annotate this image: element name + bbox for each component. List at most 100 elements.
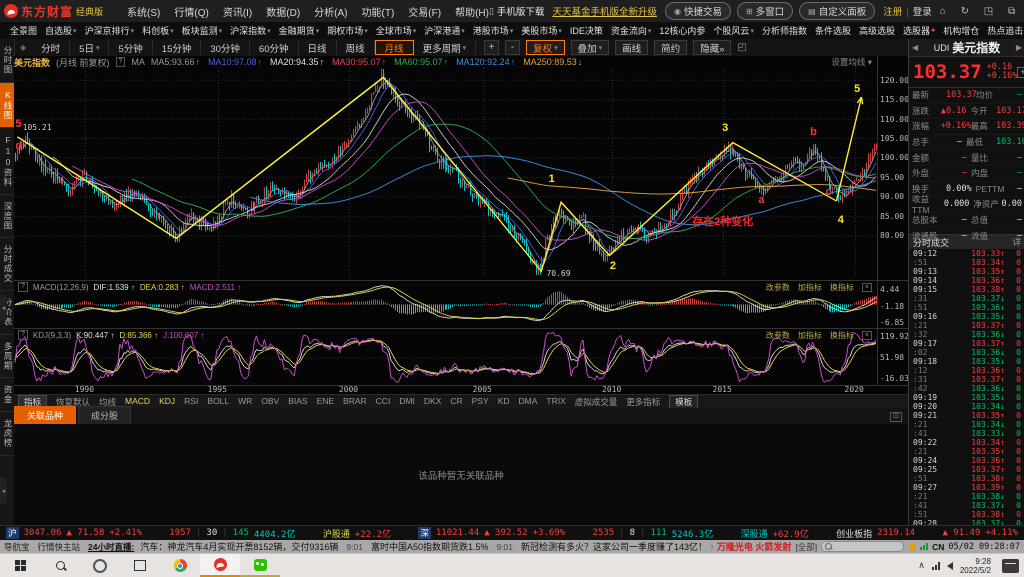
period-tab-日线[interactable]: 日线 [299, 40, 337, 55]
quick-button-1[interactable]: ◉快捷交易 [665, 2, 731, 20]
pane-tool-换指标[interactable]: 换指标 [830, 282, 854, 293]
nav-item-沪深港通[interactable]: 沪深港通▾ [424, 24, 465, 37]
indicator-BIAS[interactable]: BIAS [288, 396, 307, 408]
eastmoney-taskbar-button[interactable] [200, 554, 240, 577]
main-chart-canvas[interactable] [14, 68, 877, 278]
sidebar-tab-F10资料[interactable]: F10资料 [0, 128, 14, 195]
tool-画线[interactable]: 画线 [615, 40, 648, 55]
time-sales-list[interactable]: 09:12103.33↑0:51103.34↑009:13103.35↑009:… [909, 249, 1024, 528]
nav-item-机构增仓[interactable]: 机构增仓 [943, 24, 979, 37]
indicator-更多指标[interactable]: 更多指标 [626, 396, 660, 408]
next-symbol-button[interactable]: ▶ [1016, 43, 1022, 52]
live-24h-link[interactable]: 24小时直播: [88, 541, 134, 553]
panel-layout-icon[interactable]: ⊡ [890, 412, 902, 422]
nav-item-资金流向[interactable]: 资金流向▾ [611, 24, 652, 37]
ticker-search-input[interactable] [821, 541, 904, 552]
mobile-download-link[interactable]: ▯手机版下载 [489, 4, 544, 18]
news-headlines[interactable]: 汽车：神龙汽车4月实现开票8152辆，交付9316辆9:01富时中国A50指数期… [140, 540, 705, 553]
taskbar-clock[interactable]: 9:28 2022/5/2 [960, 557, 991, 575]
nav-item-12核心内参[interactable]: 12核心内参 [659, 24, 705, 37]
menu-item[interactable]: 帮助(H) [455, 4, 489, 19]
ticks-detail-link[interactable]: 详 [1012, 236, 1021, 248]
indicator-OBV[interactable]: OBV [261, 396, 279, 408]
nav-item-科创板[interactable]: 科创板▾ [142, 24, 174, 37]
period-tab-30分钟[interactable]: 30分钟 [201, 40, 250, 55]
notification-bell-icon[interactable] [909, 543, 916, 550]
menu-item[interactable]: 功能(T) [362, 4, 395, 19]
pane-tool-改参数[interactable]: 改参数 [766, 330, 790, 341]
indicator-WR[interactable]: WR [238, 396, 252, 408]
register-link[interactable]: 注册 [883, 7, 902, 18]
indicator-DKX[interactable]: DKX [424, 396, 441, 408]
ticker-tag-2[interactable]: 行情快主站 [38, 541, 81, 553]
pane-tool-换指标[interactable]: 换指标 [830, 330, 854, 341]
nav-item-个股风云[interactable]: 个股风云▾ [713, 24, 754, 37]
all-news-link[interactable]: [全部] [795, 541, 817, 553]
indicator-KDJ[interactable]: KDJ [159, 396, 175, 408]
period-tab-15分钟[interactable]: 15分钟 [153, 40, 202, 55]
indicator-DMI[interactable]: DMI [399, 396, 415, 408]
action-center-button[interactable] [1002, 559, 1019, 573]
chrome-taskbar-button[interactable] [160, 554, 200, 577]
indicator-template-button[interactable]: 模板 [669, 395, 698, 409]
indicator-BOLL[interactable]: BOLL [207, 396, 229, 408]
start-button[interactable] [0, 554, 40, 577]
fullscreen-icon[interactable]: ◰ [737, 42, 746, 53]
nav-item-期权市场[interactable]: 期权市场▾ [327, 24, 368, 37]
cortana-button[interactable] [80, 554, 120, 577]
menu-item[interactable]: 分析(A) [314, 4, 347, 19]
nav-item-自选股[interactable]: 自选股▾ [45, 24, 77, 37]
pane-tool-加指标[interactable]: 加指标 [798, 330, 822, 341]
sh-index-group[interactable]: 沪 3047.06 ▲ 71.58 +2.41% [6, 527, 142, 539]
nav-item-板块监测[interactable]: 板块监测▾ [182, 24, 223, 37]
nav-item-沪深京排行[interactable]: 沪深京排行▾ [85, 24, 135, 37]
network-icon[interactable] [932, 562, 940, 570]
help-icon[interactable]: ? [18, 330, 28, 340]
sidebar-tab-多周期[interactable]: 多周期 [0, 335, 14, 379]
period-tab-5分钟[interactable]: 5分钟 [109, 40, 152, 55]
sidebar-tab-龙虎榜[interactable]: 龙虎榜 [0, 412, 14, 456]
indicator-ENE[interactable]: ENE [317, 396, 334, 408]
menu-item[interactable]: 交易(F) [408, 4, 441, 19]
nav-item-港股市场[interactable]: 港股市场▾ [473, 24, 514, 37]
sidebar-collapse-handle[interactable]: ◂ [0, 295, 7, 321]
help-icon[interactable]: ? [18, 282, 28, 292]
wechat-taskbar-button[interactable] [240, 554, 280, 577]
nav-item-美股市场[interactable]: 美股市场▾ [521, 24, 562, 37]
nav-item-沪深指数[interactable]: 沪深指数▾ [230, 24, 271, 37]
period-tab-60分钟[interactable]: 60分钟 [250, 40, 299, 55]
nav-item-热点追击[interactable]: 热点追击 [987, 24, 1023, 37]
period-tab-分时[interactable]: 分时 [32, 40, 70, 55]
sidebar-tab-K线图[interactable]: K线图 [0, 83, 14, 128]
indicator-KD[interactable]: KD [498, 396, 510, 408]
chinext-group[interactable]: 创业板指 2319.14 [836, 527, 915, 540]
tool-复权[interactable]: 复权▾ [526, 40, 565, 55]
ticker-tag-1[interactable]: 导航宝 [4, 541, 30, 553]
tool-简约[interactable]: 简约 [654, 40, 687, 55]
indicator-PSY[interactable]: PSY [472, 396, 489, 408]
login-link[interactable]: 登录 [913, 7, 932, 18]
prev-symbol-button[interactable]: ◀ [912, 43, 918, 52]
period-tab-周线[interactable]: 周线 [337, 40, 375, 55]
related-tab-关联品种[interactable]: 关联品种 [14, 406, 76, 424]
help-icon[interactable]: ? [116, 57, 126, 67]
quick-button-3[interactable]: ▤自定义面板 [799, 2, 875, 20]
indicator-RSI[interactable]: RSI [184, 396, 198, 408]
indicator-虚拟成交量[interactable]: 虚拟成交量 [575, 396, 618, 408]
period-tab-5日[interactable]: 5日▾ [70, 40, 109, 55]
close-icon[interactable]: × [862, 283, 872, 292]
news-headline[interactable]: 汽车：神龙汽车4月实现开票8152辆，交付9316辆 [140, 540, 338, 553]
indicator-DMA[interactable]: DMA [519, 396, 538, 408]
hgt-group[interactable]: 沪股通 +22.2亿 [323, 527, 391, 540]
sidebar-tab-分时成交[interactable]: 分时成交 [0, 238, 14, 291]
sidebar-tab-深度图[interactable]: 深度图 [0, 195, 14, 239]
nav-item-全球市场[interactable]: 全球市场▾ [376, 24, 417, 37]
news-headline[interactable]: 新冠检测有多火？这家公司一季度赚了143亿！是过去十年利润总和的1.5倍 [521, 540, 706, 553]
nav-item-高级选股[interactable]: 高级选股 [859, 24, 895, 37]
period-tab-月线[interactable]: 月线 [375, 40, 414, 55]
hot-stock-alert[interactable]: ↑ 万隆光电 火箭发射 [710, 540, 792, 553]
zoom-out-button[interactable]: - [505, 40, 520, 55]
task-view-button[interactable] [120, 554, 160, 577]
nav-item-选股器[interactable]: 选股器● [903, 24, 935, 37]
indicator-CCI[interactable]: CCI [376, 396, 391, 408]
